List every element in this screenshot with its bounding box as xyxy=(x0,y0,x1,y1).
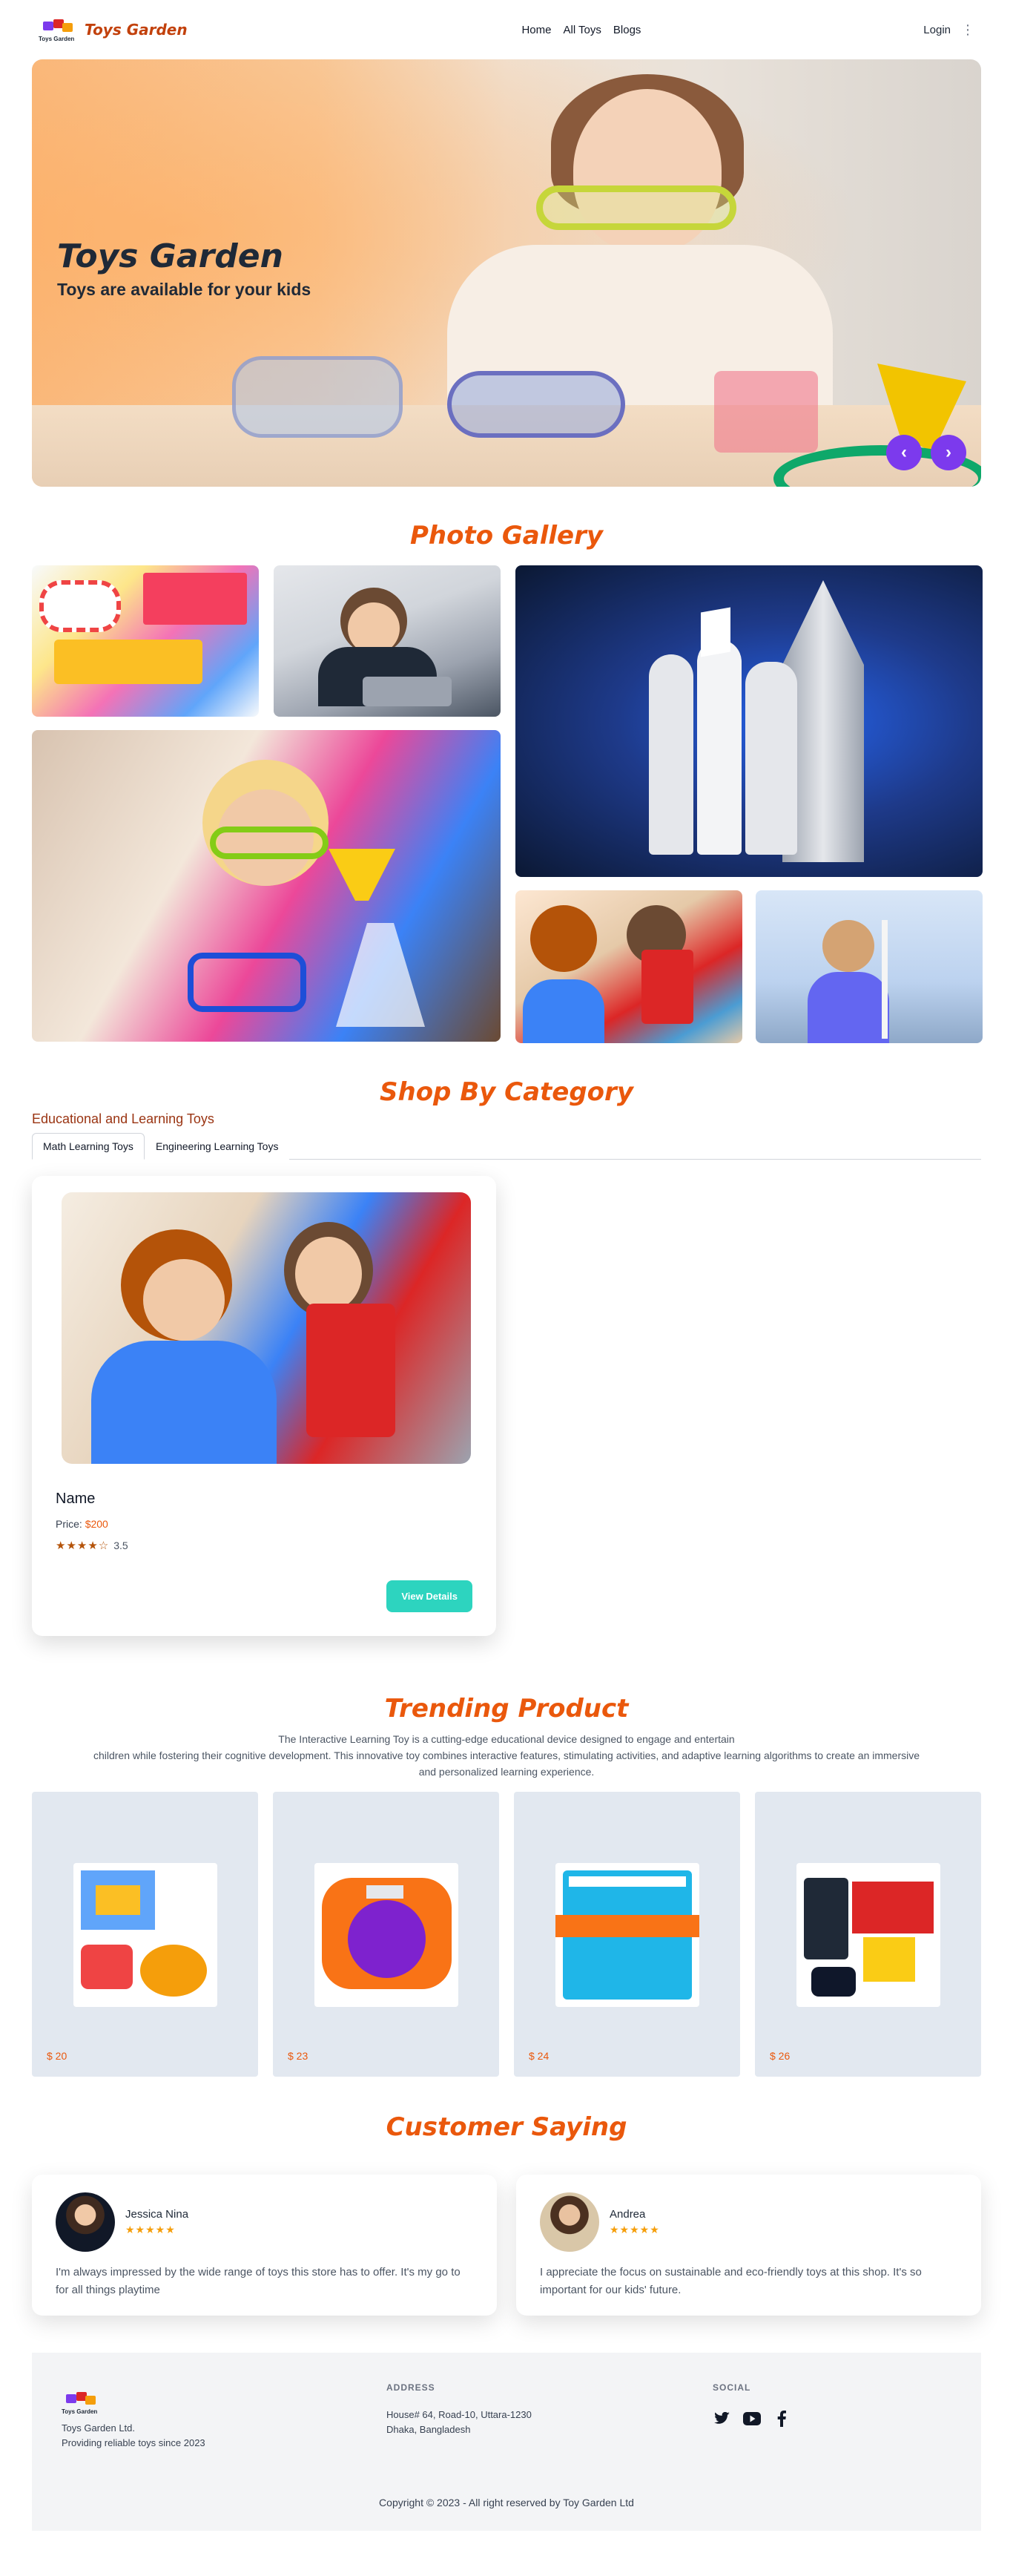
testimonials-title: Customer Saying xyxy=(386,2112,627,2142)
social-icons xyxy=(713,2411,791,2427)
page: Toys Garden Toys Garden Home All Toys Bl… xyxy=(0,0,1013,2531)
star-rating-icon: ★★★★★ xyxy=(125,2224,176,2235)
trending-price: $ 20 xyxy=(47,2050,67,2062)
trending-card[interactable]: $ 24 xyxy=(514,1792,740,2077)
nav-link-blogs[interactable]: Blogs xyxy=(613,24,641,36)
brand[interactable]: Toys Garden Toys Garden xyxy=(39,17,188,42)
trending-products: $ 20 $ 23 $ 24 $ 26 xyxy=(32,1792,981,2077)
gallery-image-robot-girl[interactable] xyxy=(274,565,501,717)
trending-price: $ 23 xyxy=(288,2050,308,2062)
nav-link-all-toys[interactable]: All Toys xyxy=(563,24,601,36)
gallery-image-kids-robot[interactable] xyxy=(515,890,742,1043)
avatar xyxy=(540,2192,599,2252)
gallery-image-science-girl[interactable] xyxy=(32,730,501,1042)
price-label: Price: xyxy=(56,1518,82,1530)
footer-logo-text: Toys Garden xyxy=(62,2408,98,2415)
photo-gallery xyxy=(32,565,983,1043)
testimonial-card: Andrea ★★★★★ I appreciate the focus on s… xyxy=(516,2175,981,2316)
footer-tagline: Providing reliable toys since 2023 xyxy=(62,2437,205,2448)
twitter-icon[interactable] xyxy=(713,2411,732,2427)
address-line1: House# 64, Road-10, Uttara-1230 xyxy=(386,2409,532,2420)
nav-links: Home All Toys Blogs xyxy=(521,24,641,36)
testimonial-person: Andrea ★★★★★ xyxy=(540,2192,957,2252)
footer-logo-icon: Toys Garden xyxy=(62,2390,100,2415)
logo-icon: Toys Garden xyxy=(39,17,77,42)
chevron-right-icon[interactable]: › xyxy=(931,435,966,470)
gallery-image-toys[interactable] xyxy=(32,565,259,717)
chevron-left-icon[interactable]: ‹ xyxy=(886,435,922,470)
brand-name: Toys Garden xyxy=(85,21,188,39)
login-link[interactable]: Login xyxy=(923,24,951,36)
hero-subtitle: Toys are available for your kids xyxy=(57,280,311,299)
trending-description: The Interactive Learning Toy is a cuttin… xyxy=(32,1731,981,1780)
address-heading: ADDRESS xyxy=(386,2382,435,2393)
rating-value: 3.5 xyxy=(113,1540,128,1551)
navbar: Toys Garden Toys Garden Home All Toys Bl… xyxy=(0,0,1013,59)
hero-text: Toys Garden Toys are available for your … xyxy=(57,237,311,300)
trending-description-line1: The Interactive Learning Toy is a cuttin… xyxy=(278,1733,735,1745)
trending-card[interactable]: $ 26 xyxy=(755,1792,981,2077)
hero-banner: Toys Garden Toys are available for your … xyxy=(32,59,981,487)
product-image-multiplication-grid xyxy=(555,1863,699,2007)
hero-title: Toys Garden xyxy=(57,237,283,275)
trending-title: Trending Product xyxy=(384,1694,629,1724)
nav-right: Login ⋮ xyxy=(923,23,974,36)
category-tabs: Math Learning Toys Engineering Learning … xyxy=(32,1131,981,1160)
gallery-title: Photo Gallery xyxy=(409,521,604,551)
star-rating-icon: ★★★★☆ xyxy=(56,1540,110,1552)
product-price: $200 xyxy=(85,1518,108,1530)
footer-social: SOCIAL xyxy=(713,2382,791,2427)
footer-company: Toys Garden Ltd. xyxy=(62,2422,135,2434)
product-price-row: Price: $200 xyxy=(56,1518,472,1530)
trending-card[interactable]: $ 20 xyxy=(32,1792,258,2077)
kebab-icon[interactable]: ⋮ xyxy=(961,23,974,36)
youtube-icon[interactable] xyxy=(742,2411,762,2427)
trending-price: $ 26 xyxy=(770,2050,791,2062)
testimonial-name: Jessica Nina xyxy=(125,2208,189,2221)
social-heading: SOCIAL xyxy=(713,2382,751,2393)
testimonial-person: Jessica Nina ★★★★★ xyxy=(56,2192,473,2252)
testimonial-card: Jessica Nina ★★★★★ I'm always impressed … xyxy=(32,2175,497,2316)
nav-link-home[interactable]: Home xyxy=(521,24,551,36)
trending-price: $ 24 xyxy=(529,2050,550,2062)
product-image-math-kit xyxy=(73,1863,217,2007)
testimonial-name: Andrea xyxy=(610,2208,646,2221)
rating-row: ★★★★☆ 3.5 xyxy=(56,1539,472,1552)
avatar xyxy=(56,2192,115,2252)
footer-address: ADDRESS House# 64, Road-10, Uttara-1230 … xyxy=(386,2382,532,2437)
hero-controls: ‹ › xyxy=(886,435,966,470)
product-name: Name xyxy=(56,1491,96,1507)
gallery-image-girl-outdoor[interactable] xyxy=(756,890,983,1043)
category-title: Shop By Category xyxy=(380,1077,633,1107)
product-card: Name Price: $200 ★★★★☆ 3.5 View Details xyxy=(32,1176,496,1636)
testimonial-quote: I'm always impressed by the wide range o… xyxy=(56,2266,461,2296)
footer-brand: Toys Garden Toys Garden Ltd. Providing r… xyxy=(62,2382,205,2451)
star-rating-icon: ★★★★★ xyxy=(610,2224,660,2235)
testimonial-quote: I appreciate the focus on sustainable an… xyxy=(540,2266,922,2296)
tab-math-learning-toys[interactable]: Math Learning Toys xyxy=(32,1133,145,1160)
logo-text: Toys Garden xyxy=(39,36,75,42)
product-image-learning-kit xyxy=(796,1863,940,2007)
category-heading: Educational and Learning Toys xyxy=(32,1111,214,1126)
view-details-button[interactable]: View Details xyxy=(386,1580,472,1612)
footer: Toys Garden Toys Garden Ltd. Providing r… xyxy=(32,2353,981,2531)
trending-description-line2: children while fostering their cognitive… xyxy=(93,1749,920,1761)
trending-description-line3: and personalized learning experience. xyxy=(418,1766,595,1778)
facebook-icon[interactable] xyxy=(772,2411,791,2427)
gallery-image-astronauts[interactable] xyxy=(515,565,983,877)
product-image xyxy=(62,1192,471,1464)
tab-engineering-learning-toys[interactable]: Engineering Learning Toys xyxy=(144,1133,290,1160)
testimonials: Jessica Nina ★★★★★ I'm always impressed … xyxy=(32,2175,981,2316)
trending-card[interactable]: $ 23 xyxy=(273,1792,499,2077)
product-image-toy-phone xyxy=(314,1863,458,2007)
address-line2: Dhaka, Bangladesh xyxy=(386,2424,471,2435)
copyright: Copyright © 2023 - All right reserved by… xyxy=(379,2497,634,2508)
